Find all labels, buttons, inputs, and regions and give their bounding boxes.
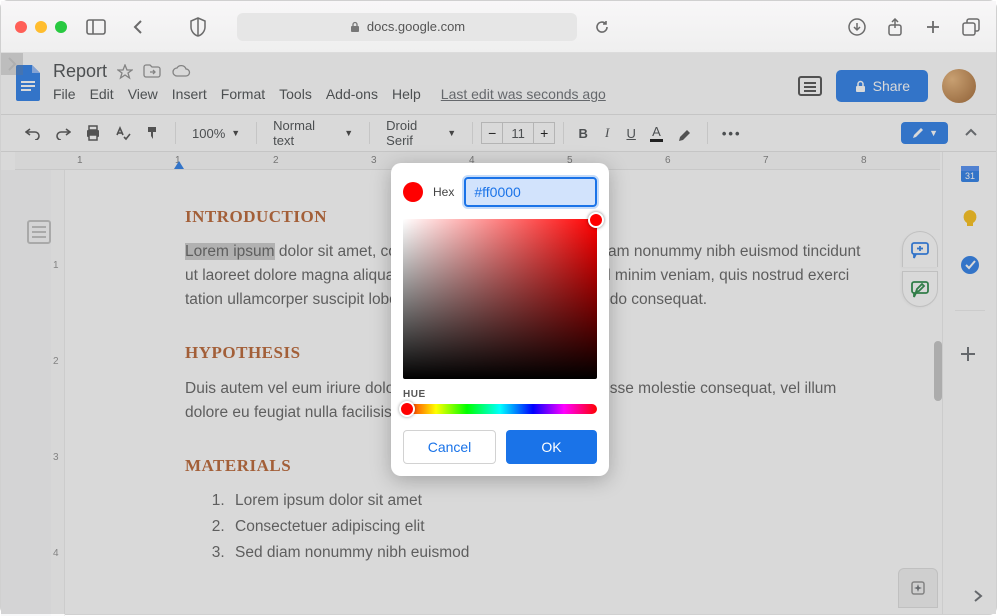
reload-icon[interactable] bbox=[591, 16, 613, 38]
minimize-window[interactable] bbox=[35, 21, 47, 33]
hue-label: HUE bbox=[403, 389, 597, 400]
address-bar[interactable]: docs.google.com bbox=[237, 13, 577, 41]
downloads-icon[interactable] bbox=[846, 16, 868, 38]
share-icon[interactable] bbox=[884, 16, 906, 38]
sv-thumb[interactable] bbox=[588, 212, 604, 228]
close-window[interactable] bbox=[15, 21, 27, 33]
color-preview-swatch bbox=[403, 182, 423, 202]
browser-toolbar: docs.google.com bbox=[1, 1, 996, 53]
url-text: docs.google.com bbox=[367, 19, 465, 34]
tabs-icon[interactable] bbox=[960, 16, 982, 38]
new-tab-icon[interactable] bbox=[922, 16, 944, 38]
window-controls bbox=[15, 21, 67, 33]
color-picker-dialog: Hex HUE Cancel OK bbox=[391, 163, 609, 476]
hex-input[interactable] bbox=[464, 177, 597, 207]
saturation-value-field[interactable] bbox=[403, 219, 597, 379]
maximize-window[interactable] bbox=[55, 21, 67, 33]
sidebar-toggle-icon[interactable] bbox=[85, 16, 107, 38]
hue-thumb[interactable] bbox=[399, 401, 415, 417]
hue-slider[interactable] bbox=[403, 404, 597, 414]
ok-button[interactable]: OK bbox=[506, 430, 597, 464]
back-button[interactable] bbox=[127, 16, 149, 38]
browser-right-icons bbox=[846, 16, 982, 38]
lock-icon bbox=[349, 21, 361, 33]
privacy-shield-icon[interactable] bbox=[187, 17, 209, 37]
hex-label: Hex bbox=[433, 185, 454, 199]
cancel-button[interactable]: Cancel bbox=[403, 430, 496, 464]
